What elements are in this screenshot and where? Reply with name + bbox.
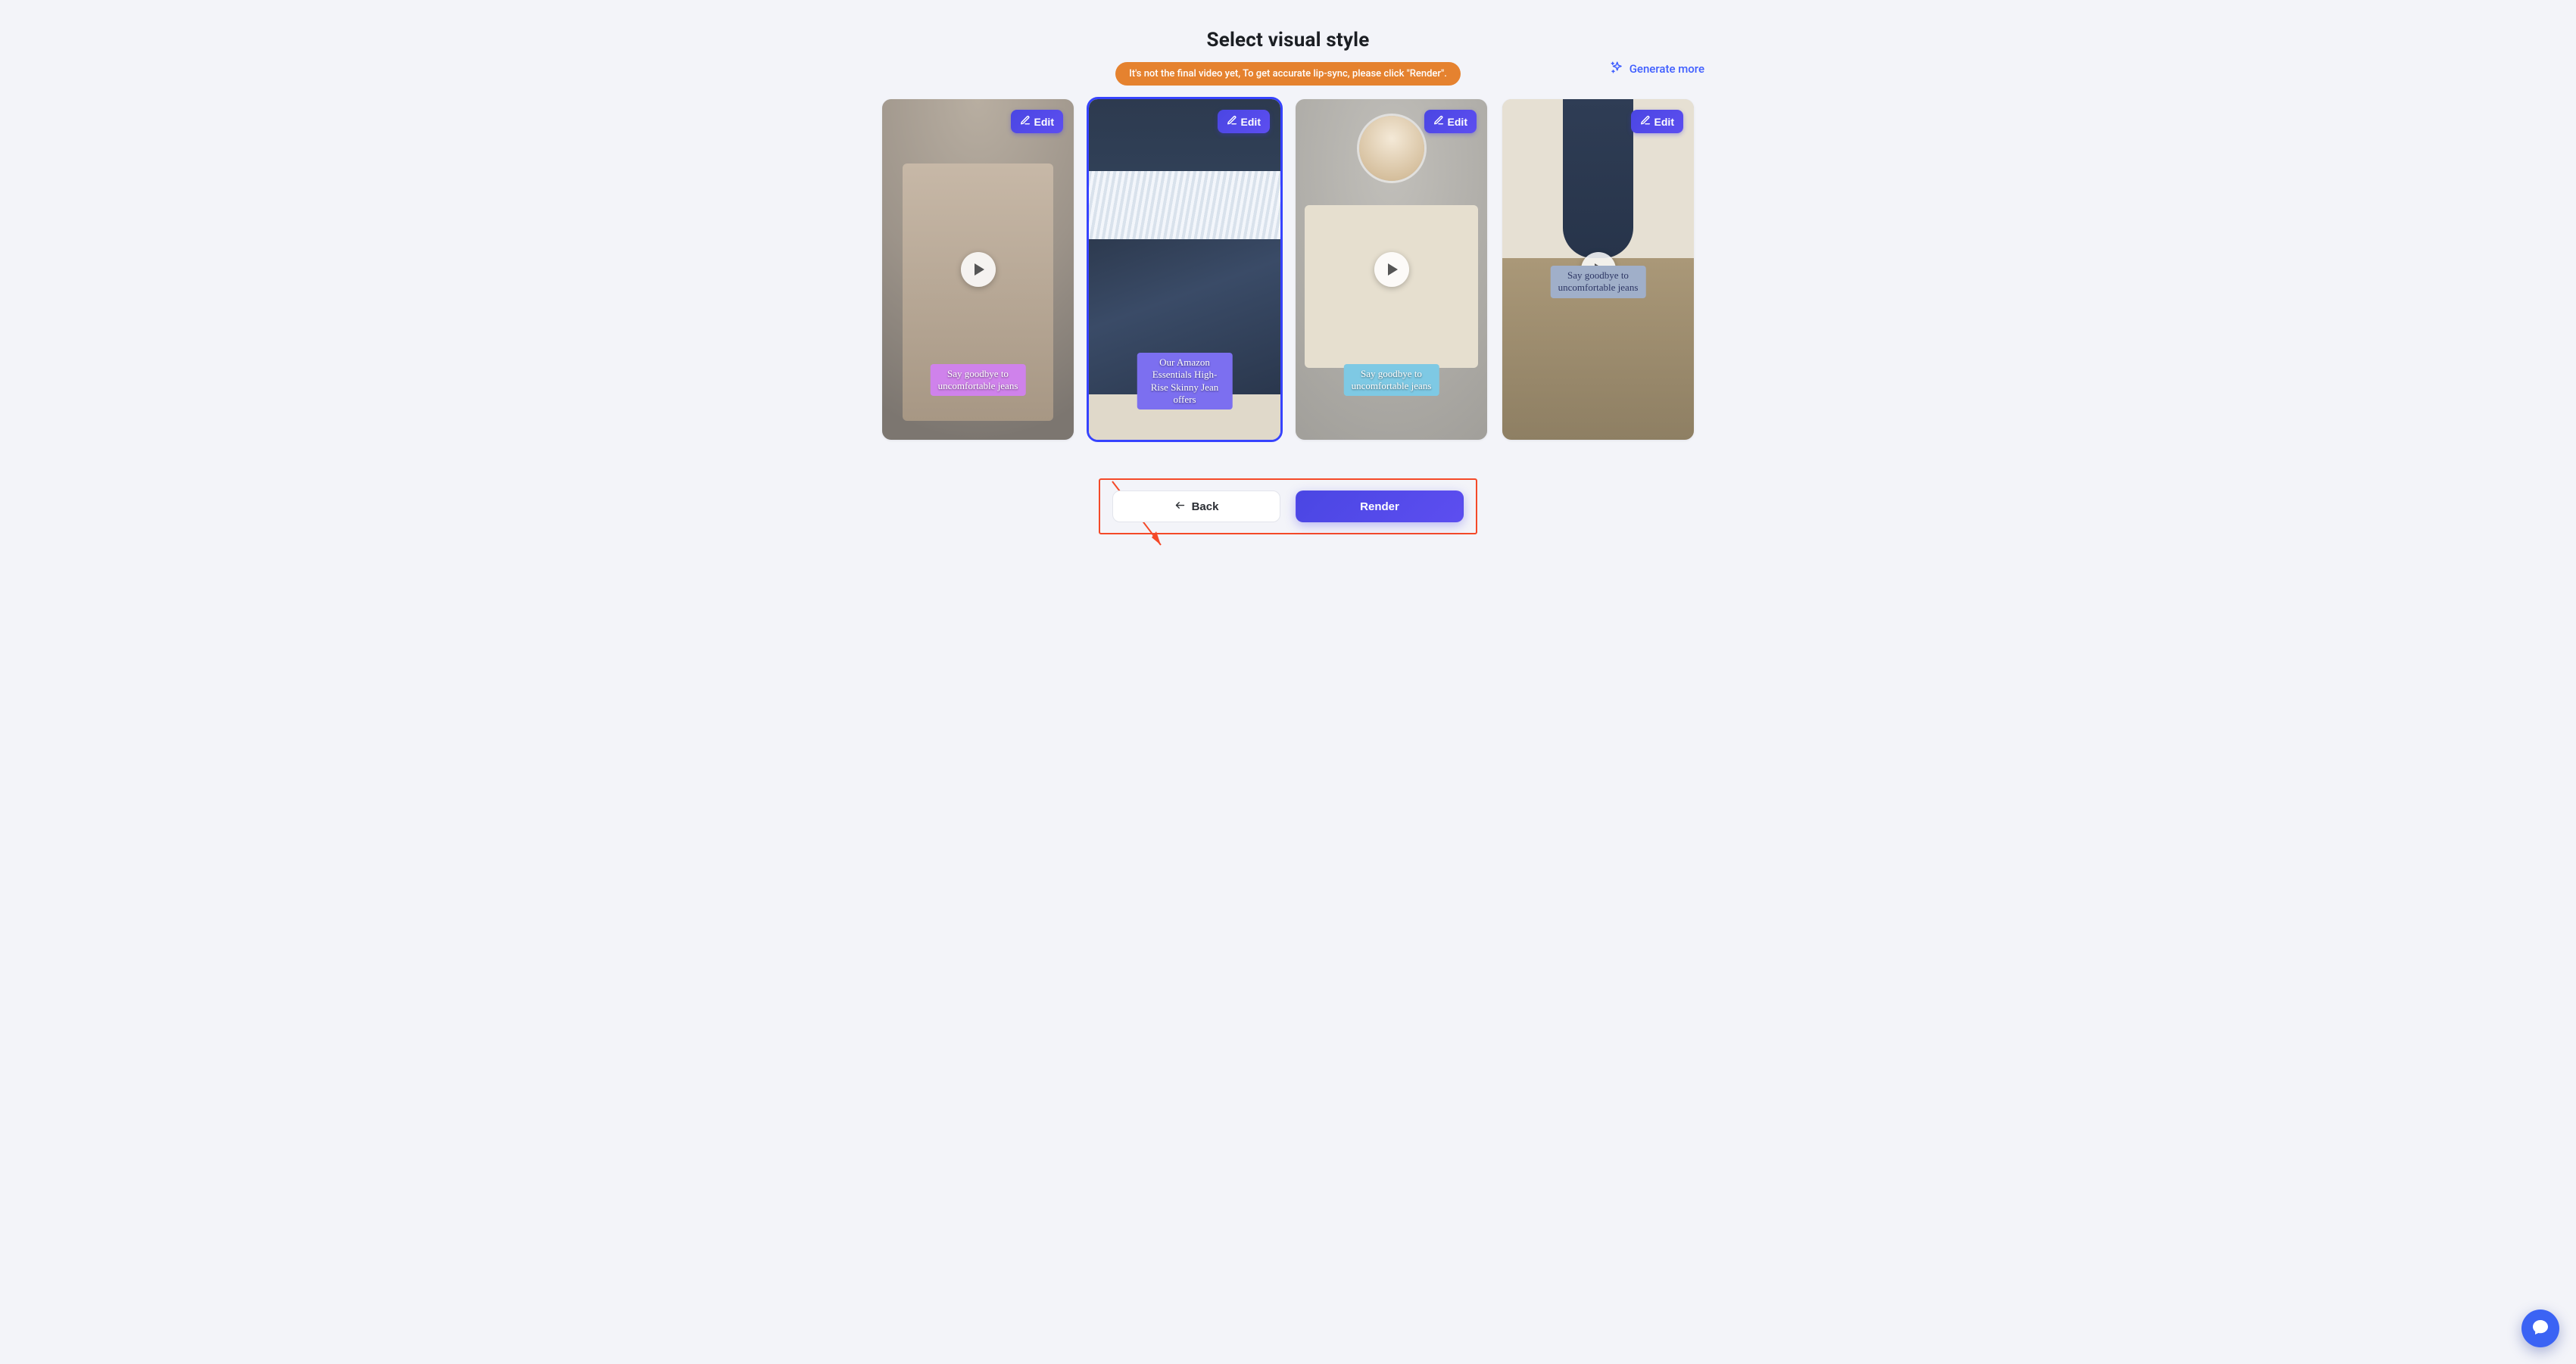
edit-label: Edit [1241, 116, 1261, 128]
style-caption: Say goodbye to uncomfortable jeans [1550, 266, 1646, 298]
generate-more-link[interactable]: Generate more [1610, 61, 1704, 77]
edit-label: Edit [1654, 116, 1674, 128]
edit-button[interactable]: Edit [1218, 110, 1270, 133]
arrow-left-icon [1174, 500, 1186, 514]
style-thumbnail-region [1563, 99, 1633, 258]
edit-icon [1227, 115, 1237, 128]
generate-more-label: Generate more [1629, 62, 1704, 76]
style-card[interactable]: Edit Say goodbye to uncomfortable jeans [1502, 99, 1694, 440]
sparkles-icon [1610, 61, 1623, 77]
style-caption: Our Amazon Essentials High-Rise Skinny J… [1137, 353, 1233, 410]
edit-icon [1640, 115, 1651, 128]
chat-launcher[interactable] [2521, 1310, 2559, 1347]
action-box-highlight: Back Render [1099, 478, 1477, 534]
style-thumbnail-inner [1305, 205, 1478, 368]
style-caption: Say goodbye to uncomfortable jeans [930, 364, 1026, 397]
presenter-avatar [1359, 116, 1424, 181]
page-title: Select visual style [788, 29, 1788, 51]
edit-icon [1433, 115, 1444, 128]
edit-icon [1020, 115, 1031, 128]
render-label: Render [1360, 500, 1399, 513]
style-card[interactable]: Edit Say goodbye to uncomfortable jeans [1296, 99, 1487, 440]
back-label: Back [1192, 500, 1219, 513]
style-caption: Say goodbye to uncomfortable jeans [1343, 364, 1439, 397]
lipsync-notice: It's not the final video yet, To get acc… [1115, 62, 1461, 86]
style-card-grid: Edit Say goodbye to uncomfortable jeans … [788, 99, 1788, 440]
edit-label: Edit [1448, 116, 1467, 128]
edit-button[interactable]: Edit [1424, 110, 1477, 133]
render-button[interactable]: Render [1296, 490, 1464, 522]
edit-button[interactable]: Edit [1631, 110, 1683, 133]
chat-icon [2531, 1318, 2549, 1339]
edit-button[interactable]: Edit [1011, 110, 1063, 133]
edit-label: Edit [1034, 116, 1054, 128]
back-button[interactable]: Back [1112, 490, 1280, 522]
style-thumbnail-region [1089, 171, 1280, 239]
style-card[interactable]: Edit Our Amazon Essentials High-Rise Ski… [1089, 99, 1280, 440]
style-card[interactable]: Edit Say goodbye to uncomfortable jeans [882, 99, 1074, 440]
